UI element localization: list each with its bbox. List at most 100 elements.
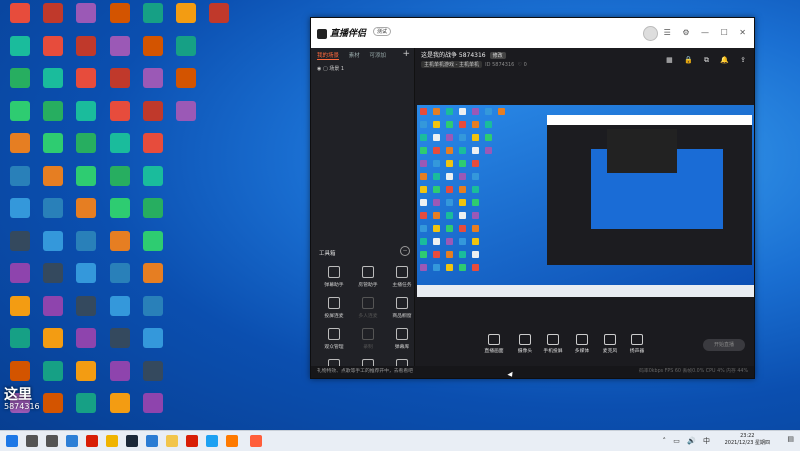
tool-item[interactable]: 弹幕助手 [319,266,349,296]
preview-app-icon [485,108,492,115]
tab-scenes[interactable]: 我的场景 [317,53,340,60]
clock[interactable]: 23:22 2021/12/23 星期四 [725,433,770,447]
edit-tag[interactable]: 修改 [489,52,506,59]
screen-button[interactable]: 直播画面 [479,334,509,354]
phone-button[interactable]: 手机投屏 [538,334,568,354]
preview-app-icon [472,199,479,206]
settings-icon[interactable]: ⚙ [682,28,689,37]
desktop-icon-firefox[interactable] [166,100,206,139]
tool-item[interactable]: 主播任务 [387,266,417,296]
ime-icon[interactable]: 中 [703,437,710,445]
wegame-icon [110,360,130,381]
mic-button[interactable]: 麦克风 [595,334,625,354]
preview-app-icon [446,238,453,245]
maximize-icon[interactable]: ☐ [721,28,728,37]
tool-item[interactable]: 投屏连麦 [319,297,349,327]
desktop-icon-control[interactable] [199,3,239,41]
close-icon[interactable]: ✕ [739,28,746,37]
tool-item[interactable]: 多人连麦 [353,297,383,327]
preview-app-icon [472,121,479,128]
steam-icon [10,165,30,186]
minimize-icon[interactable]: — [701,28,709,37]
go-live-button[interactable]: 开始直播 [703,339,745,351]
desktop-icon-wegame[interactable] [133,393,173,431]
tool-label: 弹幕库 [394,345,410,350]
grid-icon[interactable]: ▦ [666,56,673,64]
drive-icon [43,68,63,88]
tool-item[interactable]: 观众管理 [319,328,349,358]
tool-icon [328,266,340,278]
add-scene-icon[interactable]: + [402,49,410,59]
tool-label: 商品橱窗 [392,314,412,319]
chrome-icon [43,100,63,121]
speaker-button[interactable]: 扬声器 [622,334,652,354]
button-label: 摄像头 [517,349,533,354]
notification-icon[interactable]: ▤ [787,435,794,443]
dingtalk-icon [176,68,196,88]
preview-app-icon [459,264,466,271]
task-view-icon[interactable] [46,435,58,447]
preview-app-icon [433,186,440,193]
search-icon[interactable] [26,435,38,447]
toolbox-toggle-icon[interactable]: − [400,246,410,256]
browser-icon[interactable] [66,435,78,447]
computer-icon [43,35,63,56]
drive-icon [143,165,163,186]
wegame-icon [143,393,163,413]
video-icon[interactable] [106,435,118,447]
volume-icon[interactable]: 🔊 [687,437,696,445]
music-icon [10,100,30,121]
tool-label: 多人连麦 [358,314,378,319]
store-icon[interactable] [146,435,158,447]
music-icon[interactable] [86,435,98,447]
room-category[interactable]: 主机单机游戏 - 主机单机 [421,61,482,68]
steam-icon[interactable] [126,435,138,447]
tool-label: 投屏连麦 [324,314,344,319]
scene-item[interactable]: ◉ ▢ 场景 1 [317,65,344,72]
lock-icon[interactable]: 🔒 [684,56,693,64]
chevron-up-icon[interactable]: ˄ [662,437,666,445]
edge-icon[interactable] [206,435,218,447]
tool-item[interactable]: 房管助手 [353,266,383,296]
folder-icon[interactable] [166,435,178,447]
app-icon[interactable] [226,435,238,447]
live-icon[interactable] [250,435,262,447]
control-icon [209,3,229,23]
tool-item[interactable]: 商品橱窗 [387,297,417,327]
start-icon[interactable] [6,435,18,447]
bilibili-icon [76,263,96,283]
drive-icon [76,100,96,121]
tab-addable[interactable]: 可添加 [370,53,387,59]
button-label: 扬声器 [629,349,645,354]
share-icon[interactable]: ⇪ [740,56,746,64]
network-icon[interactable]: ▭ [673,437,680,445]
room-title[interactable]: 这是我的战争 5874316 修改 [421,50,506,59]
live-preview[interactable] [417,105,754,297]
wegame-icon [76,328,96,348]
preview-app-icon [459,186,466,193]
control-icon [110,68,130,88]
wechat-icon [110,393,130,413]
bell-icon[interactable]: 🔔 [720,56,729,64]
steam-icon [76,230,96,251]
preview-app-icon [472,134,479,141]
menu-icon[interactable]: ☰ [664,28,671,37]
bilibili-icon [110,295,130,316]
streamer-overlay: 这里 5874316 [4,386,40,411]
media-button[interactable]: 多媒体 [567,334,597,354]
preview-app-icon [459,147,466,154]
camera-button[interactable]: 摄像头 [510,334,540,354]
share-screen-icon[interactable]: ⧉ [704,56,709,64]
preview-app-icon [420,186,427,193]
drive-icon [10,35,30,56]
netease-icon [43,165,63,186]
tool-item[interactable]: 录制 [353,328,383,358]
preview-app-icon [420,134,427,141]
tab-materials[interactable]: 素材 [349,53,360,59]
tool-item[interactable]: 弹幕库 [387,328,417,358]
preview-app-icon [433,212,440,219]
tool-icon [396,266,408,278]
recycle-icon [76,295,96,316]
system-tray: ˄ ▭ 🔊 中 [657,436,710,446]
netease-icon[interactable] [186,435,198,447]
